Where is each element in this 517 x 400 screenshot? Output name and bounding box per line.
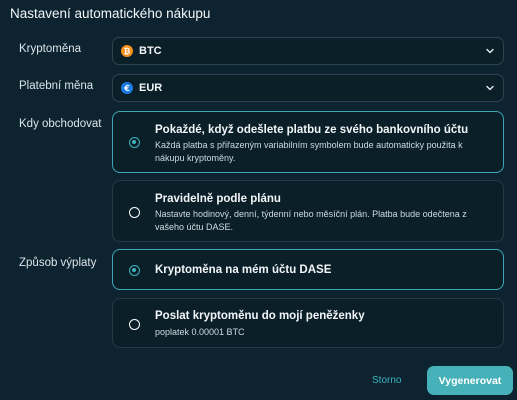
- option-description: Nastavte hodinový, denní, týdenní nebo m…: [155, 209, 467, 232]
- when-option-schedule[interactable]: Pravidelně podle plánu Nastavte hodinový…: [112, 180, 504, 242]
- bitcoin-icon: ₿: [121, 45, 133, 57]
- currency-select-value: EUR: [139, 82, 163, 94]
- option-description: poplatek 0.00001 BTC: [155, 327, 245, 337]
- chevron-down-icon: [486, 85, 494, 91]
- radio-selected[interactable]: [129, 137, 140, 148]
- option-title: Pravidelně podle plánu: [155, 193, 281, 205]
- option-title: Poslat kryptoměnu do mojí peněženky: [155, 310, 365, 322]
- radio-unselected[interactable]: [129, 319, 140, 330]
- cancel-button[interactable]: Storno: [372, 375, 401, 386]
- option-title: Kryptoměna na mém účtu DASE: [155, 264, 332, 276]
- option-description: Každá platba s přiřazeným variabilním sy…: [155, 140, 463, 163]
- payout-label: Způsob výplaty: [19, 257, 97, 269]
- generate-button[interactable]: Vygenerovat: [427, 366, 513, 395]
- currency-select[interactable]: € EUR: [112, 74, 504, 102]
- when-label: Kdy obchodovat: [19, 118, 102, 130]
- radio-unselected[interactable]: [129, 207, 140, 218]
- page-title: Nastavení automatického nákupu: [10, 6, 211, 21]
- crypto-label: Kryptoměna: [19, 43, 82, 55]
- payout-option-wallet[interactable]: Poslat kryptoměnu do mojí peněženky popl…: [112, 298, 504, 348]
- crypto-select[interactable]: ₿ BTC: [112, 37, 504, 65]
- when-option-each-payment[interactable]: Pokaždé, když odešlete platbu ze svého b…: [112, 111, 504, 173]
- euro-icon: €: [121, 82, 133, 94]
- crypto-select-value: BTC: [139, 45, 162, 57]
- payout-option-dase-account[interactable]: Kryptoměna na mém účtu DASE: [112, 249, 504, 290]
- option-title: Pokaždé, když odešlete platbu ze svého b…: [155, 124, 469, 136]
- chevron-down-icon: [486, 48, 494, 54]
- radio-selected[interactable]: [129, 265, 140, 276]
- currency-label: Platební měna: [19, 80, 94, 92]
